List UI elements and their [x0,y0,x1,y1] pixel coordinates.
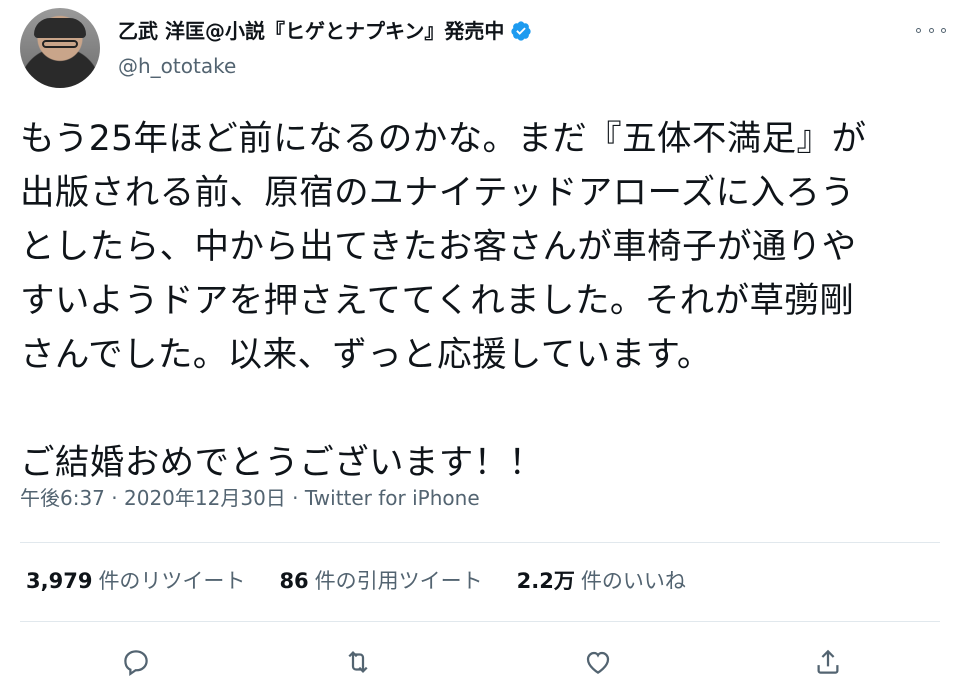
retweets-count: 3,979 [26,569,93,593]
quotes-stat[interactable]: 86 件の引用ツイート [279,566,482,596]
tweet-date[interactable]: 2020年12月30日 [124,486,286,510]
action-bar [0,640,960,684]
reply-button[interactable] [118,644,154,680]
tweet-text: もう25年ほど前になるのかな。まだ『五体不満足』が 出版される前、原宿のユナイテ… [20,119,867,483]
tweet-meta: 午後6:37 · 2020年12月30日 · Twitter for iPhon… [20,484,480,512]
divider [20,542,940,543]
retweets-stat[interactable]: 3,979 件のリツイート [26,566,245,596]
verified-badge-icon [511,21,531,41]
divider [20,621,940,622]
more-dot [928,27,934,33]
tweet-stats: 3,979 件のリツイート 86 件の引用ツイート 2.2万 件のいいね [26,566,720,596]
likes-label: 件のいいね [580,569,686,593]
retweet-button[interactable] [340,644,376,680]
heart-icon [586,651,610,674]
author-name-row[interactable]: 乙武 洋匡@小説『ヒゲとナプキン』発売中 [118,18,532,44]
retweets-label: 件のリツイート [98,569,246,593]
author-handle[interactable]: @h_ototake [118,53,236,79]
share-button[interactable] [810,644,846,680]
meta-separator: · [292,486,299,510]
tweet-source[interactable]: Twitter for iPhone [305,486,480,510]
likes-count: 2.2万 [516,569,575,593]
likes-stat[interactable]: 2.2万 件のいいね [517,566,686,596]
more-dot [916,27,921,33]
retweet-icon [348,651,368,673]
avatar[interactable] [20,8,100,88]
reply-icon [124,650,148,677]
avatar-cap [34,18,86,38]
more-options-icon[interactable] [916,22,946,38]
like-button[interactable] [580,644,616,680]
avatar-glasses [42,40,78,48]
meta-separator: · [111,486,118,510]
more-dot [941,27,946,33]
share-icon [817,649,839,674]
quotes-label: 件の引用ツイート [314,569,483,593]
display-name[interactable]: 乙武 洋匡@小説『ヒゲとナプキン』発売中 [118,18,504,44]
tweet-time[interactable]: 午後6:37 [20,486,105,510]
quotes-count: 86 [279,569,309,593]
